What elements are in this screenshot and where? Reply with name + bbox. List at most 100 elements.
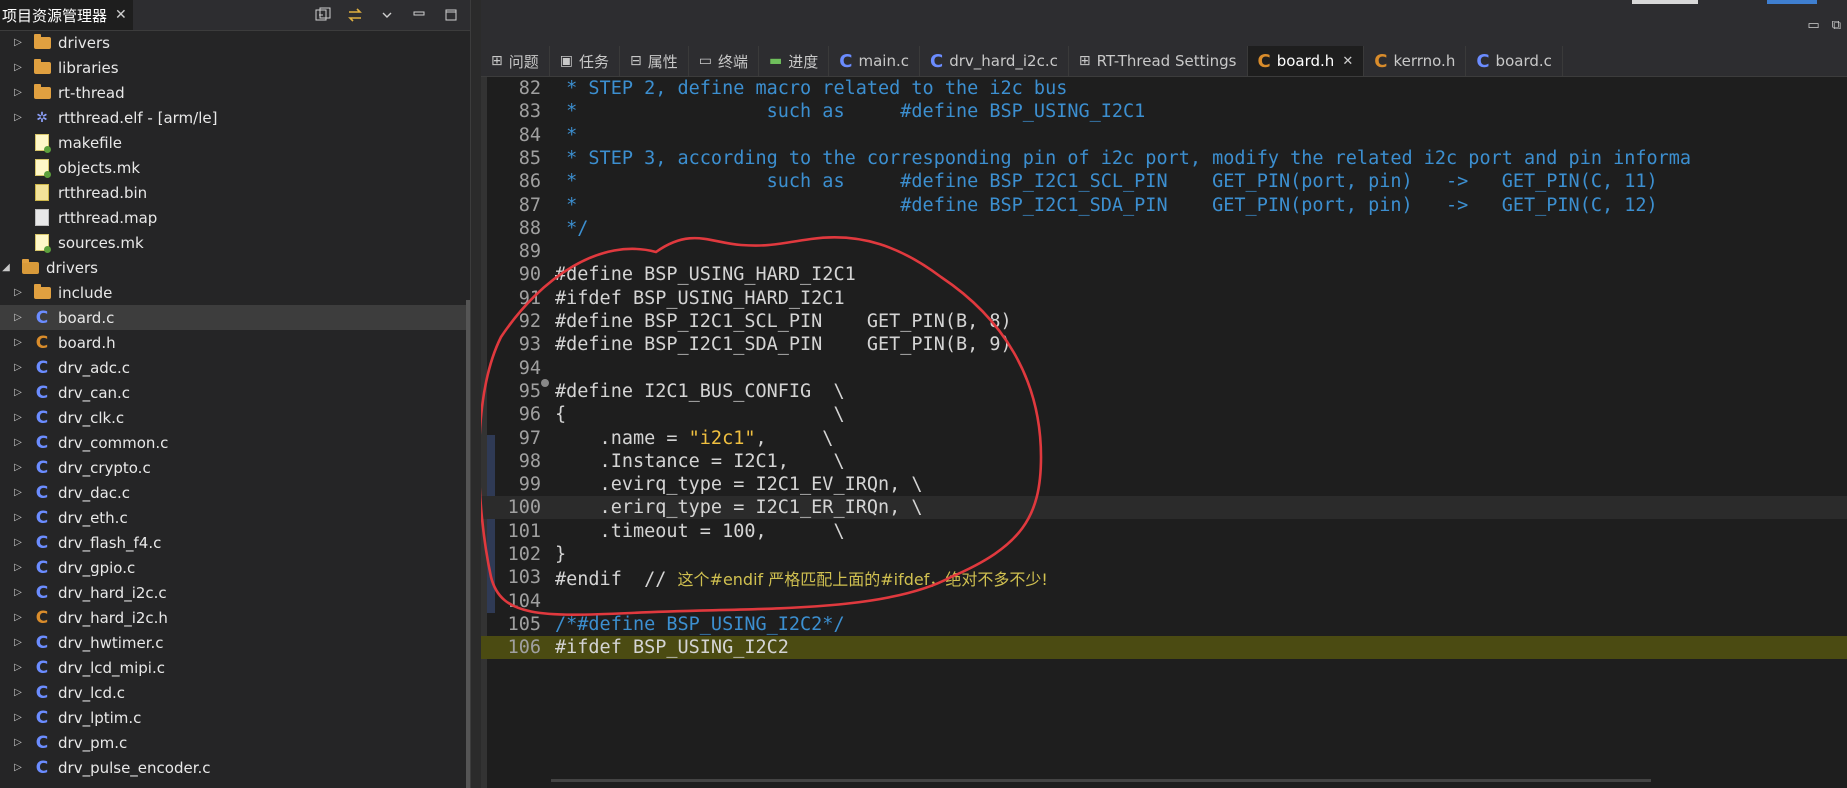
code-line[interactable]: 91 #ifdef BSP_USING_HARD_I2C1 xyxy=(481,287,1847,310)
close-icon[interactable]: ✕ xyxy=(115,7,127,23)
code-line[interactable]: 106 #ifdef BSP_USING_I2C2 xyxy=(481,636,1847,660)
tree-item[interactable]: ▷ Cdrv_crypto.c xyxy=(0,455,470,480)
expand-arrow-icon[interactable]: ▷ xyxy=(12,87,24,99)
link-with-editor-icon[interactable] xyxy=(346,6,364,24)
tree-item[interactable]: ▷ libraries xyxy=(0,55,470,80)
expand-arrow-icon[interactable]: ▷ xyxy=(12,37,24,49)
tree-item[interactable]: ▷ Cdrv_lcd.c xyxy=(0,680,470,705)
tree-item[interactable]: ▷ include xyxy=(0,280,470,305)
code-line[interactable]: 87 * #define BSP_I2C1_SDA_PIN GET_PIN(po… xyxy=(481,194,1847,217)
tab-rt-thread-settings[interactable]: ⊞ RT-Thread Settings xyxy=(1069,46,1248,76)
tab-main-c[interactable]: Cmain.c xyxy=(829,46,920,76)
tab-属性[interactable]: ⊟ 属性 xyxy=(620,46,689,76)
expand-arrow-icon[interactable]: ▷ xyxy=(12,562,24,574)
tab-任务[interactable]: ▣ 任务 xyxy=(550,46,620,76)
tab-drv-hard-i2c-c[interactable]: Cdrv_hard_i2c.c xyxy=(920,46,1069,76)
code-line[interactable]: 93 #define BSP_I2C1_SDA_PIN GET_PIN(B, 9) xyxy=(481,333,1847,356)
tree-scrollbar[interactable] xyxy=(466,300,470,788)
code-editor[interactable]: 82 * STEP 2, define macro related to the… xyxy=(481,77,1847,788)
project-explorer-tab[interactable]: 项目资源管理器 ✕ xyxy=(0,0,133,30)
code-line[interactable]: 95 #define I2C1_BUS_CONFIG \ xyxy=(481,380,1847,403)
expand-arrow-icon[interactable]: ▷ xyxy=(12,312,24,324)
code-line[interactable]: 89 xyxy=(481,240,1847,263)
tree-item[interactable]: ▷ Cboard.c xyxy=(0,305,470,330)
tree-item[interactable]: ▷ Cdrv_dac.c xyxy=(0,480,470,505)
tab-board-c[interactable]: Cboard.c xyxy=(1466,46,1563,76)
tree-item[interactable]: ▷ Cdrv_hard_i2c.h xyxy=(0,605,470,630)
expand-arrow-icon[interactable]: ▷ xyxy=(12,512,24,524)
tree-item[interactable]: ▷ Cdrv_gpio.c xyxy=(0,555,470,580)
expand-arrow-icon[interactable]: ▷ xyxy=(12,637,24,649)
code-line[interactable]: 84 * xyxy=(481,124,1847,147)
tree-item[interactable]: ▷ Cdrv_lcd_mipi.c xyxy=(0,655,470,680)
tab-进度[interactable]: ▬ 进度 xyxy=(759,46,830,76)
maximize-icon[interactable] xyxy=(442,6,460,24)
restore-icon[interactable]: ⧉ xyxy=(1832,18,1841,33)
code-line[interactable]: 88 */ xyxy=(481,217,1847,240)
expand-arrow-icon[interactable]: ◢ xyxy=(0,262,12,274)
tree-item[interactable]: rtthread.map xyxy=(0,205,470,230)
code-line[interactable]: 86 * such as #define BSP_I2C1_SCL_PIN GE… xyxy=(481,170,1847,193)
code-line[interactable]: 103 #endif // 这个#endif 严格匹配上面的#ifdef，绝对不多… xyxy=(481,566,1847,590)
code-line[interactable]: 101 .timeout = 100, \ xyxy=(481,520,1847,543)
tree-item[interactable]: ◢ drivers xyxy=(0,255,470,280)
tab-board-h[interactable]: Cboard.h ✕ xyxy=(1247,46,1365,76)
minimize-icon[interactable] xyxy=(410,6,428,24)
tree-item[interactable]: ▷ Cdrv_hard_i2c.c xyxy=(0,580,470,605)
expand-arrow-icon[interactable]: ▷ xyxy=(12,362,24,374)
expand-arrow-icon[interactable]: ▷ xyxy=(12,337,24,349)
expand-arrow-icon[interactable]: ▷ xyxy=(12,62,24,74)
tree-item[interactable]: objects.mk xyxy=(0,155,470,180)
tree-item[interactable]: rtthread.bin xyxy=(0,180,470,205)
expand-arrow-icon[interactable]: ▷ xyxy=(12,587,24,599)
tree-item[interactable]: ▷ Cdrv_flash_f4.c xyxy=(0,530,470,555)
code-line[interactable]: 94 xyxy=(481,357,1847,380)
tab-kerrno-h[interactable]: Ckerrno.h xyxy=(1364,46,1467,76)
tree-item[interactable]: sources.mk xyxy=(0,230,470,255)
code-line[interactable]: 85 * STEP 3, according to the correspond… xyxy=(481,147,1847,170)
tree-item[interactable]: ▷ Cdrv_clk.c xyxy=(0,405,470,430)
code-line[interactable]: 92 #define BSP_I2C1_SCL_PIN GET_PIN(B, 8) xyxy=(481,310,1847,333)
close-icon[interactable]: ✕ xyxy=(1342,54,1353,69)
expand-arrow-icon[interactable]: ▷ xyxy=(12,462,24,474)
code-line[interactable]: 102} xyxy=(481,543,1847,566)
code-line[interactable]: 105 /*#define BSP_USING_I2C2*/ xyxy=(481,613,1847,636)
expand-arrow-icon[interactable]: ▷ xyxy=(12,412,24,424)
tree-item[interactable]: ▷ Cdrv_hwtimer.c xyxy=(0,630,470,655)
expand-arrow-icon[interactable]: ▷ xyxy=(12,537,24,549)
expand-arrow-icon[interactable]: ▷ xyxy=(12,487,24,499)
tree-item[interactable]: ▷ Cdrv_can.c xyxy=(0,380,470,405)
expand-arrow-icon[interactable]: ▷ xyxy=(12,112,24,124)
code-line[interactable]: 97 .name = "i2c1", \ xyxy=(481,427,1847,450)
expand-arrow-icon[interactable]: ▷ xyxy=(12,737,24,749)
code-line[interactable]: 100 .erirq_type = I2C1_ER_IRQn, \ xyxy=(481,496,1847,520)
expand-arrow-icon[interactable]: ▷ xyxy=(12,287,24,299)
tree-item[interactable]: ▷ Cdrv_common.c xyxy=(0,430,470,455)
code-line[interactable]: 83 * such as #define BSP_USING_I2C1 xyxy=(481,100,1847,123)
expand-arrow-icon[interactable]: ▷ xyxy=(12,437,24,449)
code-line[interactable]: 98 .Instance = I2C1, \ xyxy=(481,450,1847,473)
fold-marker-icon[interactable] xyxy=(541,379,549,387)
collapse-all-icon[interactable] xyxy=(314,6,332,24)
tree-item[interactable]: ▷ Cboard.h xyxy=(0,330,470,355)
expand-arrow-icon[interactable]: ▷ xyxy=(12,712,24,724)
expand-arrow-icon[interactable]: ▷ xyxy=(12,687,24,699)
tree-item[interactable]: ▷ ✲ rtthread.elf - [arm/le] xyxy=(0,105,470,130)
tree-item[interactable]: ▷ Cdrv_pulse_encoder.c xyxy=(0,755,470,780)
minimize-icon[interactable]: ▭ xyxy=(1807,18,1819,33)
expand-arrow-icon[interactable]: ▷ xyxy=(12,387,24,399)
tree-item[interactable]: ▷ Cdrv_adc.c xyxy=(0,355,470,380)
view-menu-icon[interactable] xyxy=(378,6,396,24)
tree-item[interactable]: ▷ Cdrv_pm.c xyxy=(0,730,470,755)
expand-arrow-icon[interactable]: ▷ xyxy=(12,612,24,624)
code-line[interactable]: 96 { \ xyxy=(481,403,1847,426)
tab-终端[interactable]: ▭ 终端 xyxy=(689,46,759,76)
tree-item[interactable]: ▷ rt-thread xyxy=(0,80,470,105)
code-line[interactable]: 104 xyxy=(481,590,1847,613)
code-line[interactable]: 99 .evirq_type = I2C1_EV_IRQn, \ xyxy=(481,473,1847,496)
expand-arrow-icon[interactable]: ▷ xyxy=(12,662,24,674)
tab-问题[interactable]: ⊞ 问题 xyxy=(481,46,550,76)
code-line[interactable]: 82 * STEP 2, define macro related to the… xyxy=(481,77,1847,100)
tree-item[interactable]: ▷ Cdrv_eth.c xyxy=(0,505,470,530)
tree-item[interactable]: makefile xyxy=(0,130,470,155)
